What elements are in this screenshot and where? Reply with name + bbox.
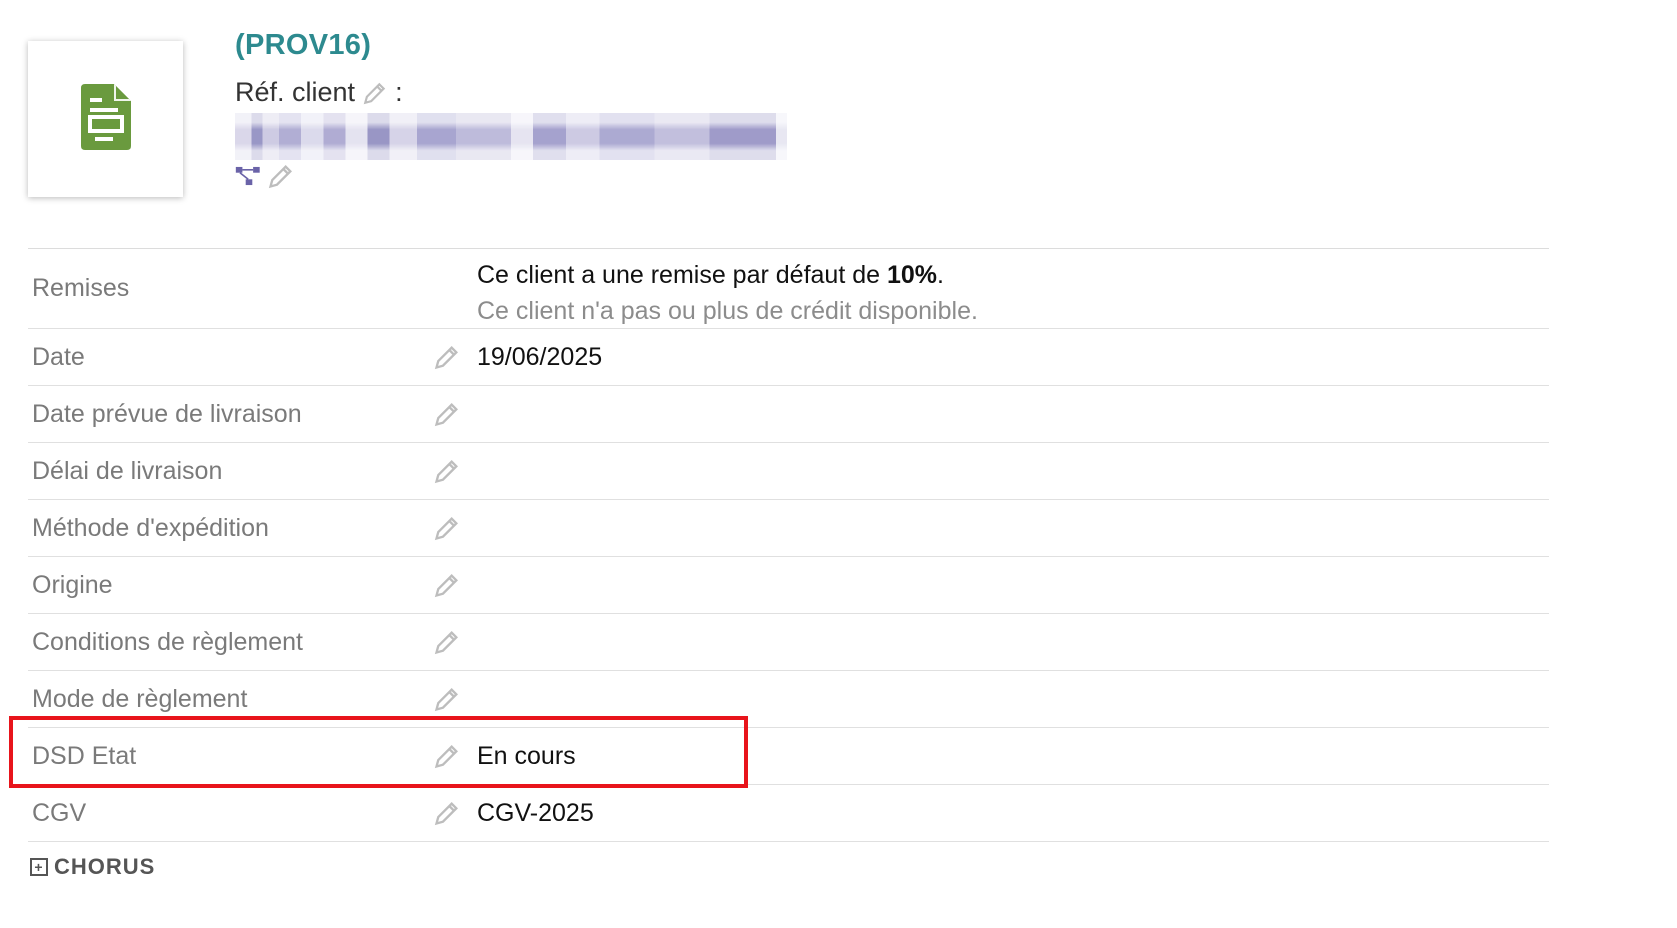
edit-cgv-button[interactable] <box>433 799 461 827</box>
field-label: Date prévue de livraison <box>32 399 302 428</box>
remise-percent: 10% <box>886 261 938 289</box>
edit-mode-reglement-button[interactable] <box>433 685 461 713</box>
chorus-section-toggle[interactable]: + CHORUS <box>30 854 155 880</box>
edit-conditions-reglement-button[interactable] <box>433 628 461 656</box>
edit-dsd-etat-button[interactable] <box>433 742 461 770</box>
remise-line: Ce client a une remise par défaut de 10%… <box>477 261 944 289</box>
pencil-icon <box>434 802 458 826</box>
page-title: (PROV16) <box>235 29 372 61</box>
linked-objects-button[interactable] <box>235 162 263 190</box>
field-label: Méthode d'expédition <box>32 513 269 542</box>
edit-methode-expedition-button[interactable] <box>433 514 461 542</box>
pencil-icon <box>434 346 458 370</box>
pencil-icon <box>268 165 292 189</box>
field-row-remises: Remises Ce client a une remise par défau… <box>28 249 1549 329</box>
field-row-dsd-etat: DSD Etat En cours <box>28 728 1549 785</box>
pencil-icon <box>434 460 458 484</box>
field-label: DSD Etat <box>32 741 137 770</box>
pencil-icon <box>434 403 458 427</box>
pencil-icon <box>434 574 458 598</box>
remises-value: Ce client a une remise par défaut de 10%… <box>477 257 978 329</box>
redacted-customer-info <box>235 113 787 160</box>
field-value: CGV-2025 <box>477 798 594 827</box>
chorus-label: CHORUS <box>54 854 156 879</box>
expand-icon: + <box>30 858 48 876</box>
field-row-mode-reglement: Mode de règlement <box>28 671 1549 728</box>
field-row-origine: Origine <box>28 557 1549 614</box>
pencil-icon <box>363 82 386 104</box>
fields-table: Remises Ce client a une remise par défau… <box>28 248 1549 842</box>
edit-links-button[interactable] <box>267 162 295 190</box>
field-value: En cours <box>477 741 576 770</box>
field-value: 19/06/2025 <box>477 342 603 371</box>
field-row-conditions-reglement: Conditions de règlement <box>28 614 1549 671</box>
edit-ref-client-button[interactable] <box>361 79 389 107</box>
field-label: Conditions de règlement <box>32 627 303 656</box>
link-tools <box>235 162 295 190</box>
field-label: Délai de livraison <box>32 456 223 485</box>
linked-objects-icon <box>235 166 260 186</box>
pencil-icon <box>434 745 458 769</box>
pencil-icon <box>434 631 458 655</box>
document-thumbnail <box>28 41 183 197</box>
ref-client-separator: : <box>395 77 403 107</box>
edit-delai-livraison-button[interactable] <box>433 457 461 485</box>
field-row-date-livraison: Date prévue de livraison <box>28 386 1549 443</box>
field-row-delai-livraison: Délai de livraison <box>28 443 1549 500</box>
field-row-cgv: CGV CGV-2025 <box>28 785 1549 842</box>
edit-date-livraison-button[interactable] <box>433 400 461 428</box>
field-row-methode-expedition: Méthode d'expédition <box>28 500 1549 557</box>
field-label: Remises <box>32 274 130 302</box>
field-label: Date <box>32 342 85 371</box>
document-icon <box>80 83 131 155</box>
ref-client-label: Réf. client <box>235 77 356 107</box>
edit-date-button[interactable] <box>433 343 461 371</box>
ref-client-line: Réf. client : <box>235 77 403 108</box>
pencil-icon <box>434 688 458 712</box>
field-label: Mode de règlement <box>32 684 248 713</box>
credit-line: Ce client n'a pas ou plus de crédit disp… <box>477 297 978 325</box>
edit-origine-button[interactable] <box>433 571 461 599</box>
field-label: Origine <box>32 570 113 599</box>
field-row-date: Date 19/06/2025 <box>28 329 1549 386</box>
pencil-icon <box>434 517 458 541</box>
field-label: CGV <box>32 798 87 827</box>
